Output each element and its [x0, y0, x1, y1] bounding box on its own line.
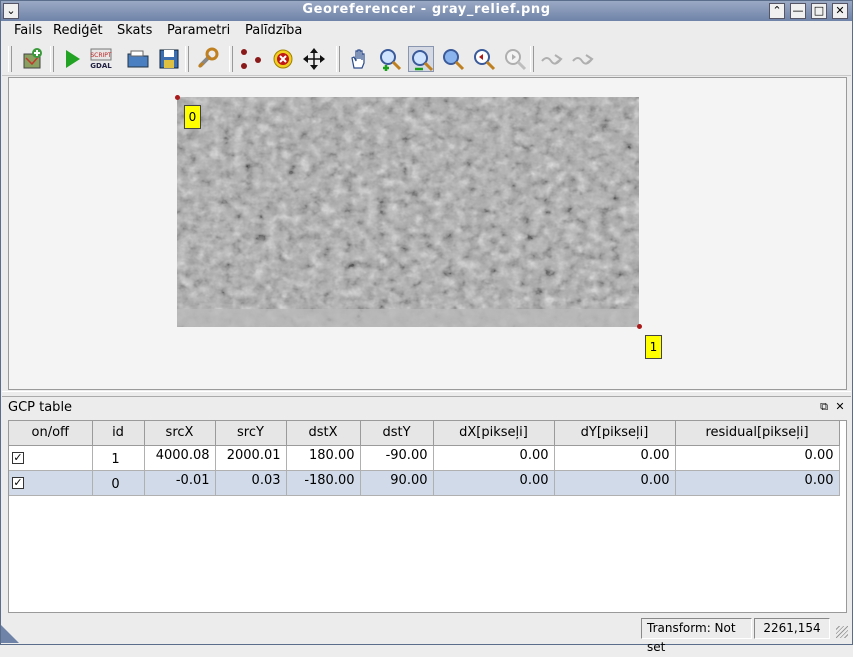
toolbar-grip-3[interactable]	[185, 46, 189, 72]
gcp-point-0[interactable]	[175, 95, 180, 100]
col-dy[interactable]: dY[pikseļi]	[554, 421, 676, 446]
svg-text:SCRIPT: SCRIPT	[90, 52, 112, 59]
menu-help[interactable]: Palīdzība	[245, 23, 302, 38]
cell-dx: 0.00	[433, 470, 555, 496]
gcp-table: on/off id srcX srcY dstX dstY dX[pikseļi…	[8, 420, 847, 613]
cell-dy: 0.00	[554, 445, 676, 471]
gcp-table-header: on/off id srcX srcY dstX dstY dX[pikseļi…	[9, 421, 840, 446]
gcp-dock-title: GCP table	[8, 400, 73, 415]
col-id[interactable]: id	[92, 421, 145, 446]
table-row[interactable]: ✓ 0 -0.01 0.03 -180.00 90.00 0.00 0.00 0…	[9, 470, 840, 496]
menu-view[interactable]: Skats	[117, 23, 152, 38]
menu-settings[interactable]: Parametri	[167, 23, 230, 38]
cell-srcx: 4000.08	[144, 445, 216, 471]
link-qgis-icon[interactable]	[570, 46, 596, 72]
table-row[interactable]: ✓ 1 4000.08 2000.01 180.00 -90.00 0.00 0…	[9, 445, 840, 471]
shade-button[interactable]: ⌃	[769, 3, 785, 19]
col-dsty[interactable]: dstY	[360, 421, 434, 446]
resize-grip[interactable]	[836, 626, 848, 638]
status-bar: Transform: Not set 2261,154	[2, 616, 851, 654]
cell-dstx: -180.00	[286, 470, 361, 496]
gcp-label-0: 0	[184, 105, 201, 129]
onoff-checkbox[interactable]: ✓	[12, 477, 24, 489]
cell-id: 0	[92, 470, 145, 496]
transformation-settings-icon[interactable]	[195, 46, 221, 72]
cell-srcx: -0.01	[144, 470, 216, 496]
cell-dsty: -90.00	[360, 445, 434, 471]
toolbar-grip[interactable]	[8, 46, 12, 72]
zoom-out-icon[interactable]	[408, 46, 434, 72]
close-button[interactable]: ✕	[832, 3, 848, 19]
cell-dsty: 90.00	[360, 470, 434, 496]
start-georeferencing-icon[interactable]	[59, 46, 85, 72]
generate-gdal-script-icon[interactable]: SCRIPT GDAL	[88, 46, 114, 72]
gcp-point-1[interactable]	[637, 324, 642, 329]
cell-residual: 0.00	[675, 445, 840, 471]
toolbar-grip-2[interactable]	[50, 46, 54, 72]
col-residual[interactable]: residual[pikseļi]	[675, 421, 840, 446]
toolbar: SCRIPT GDAL	[2, 42, 851, 76]
window-title: Georeferencer - gray_relief.png	[302, 2, 551, 17]
col-dx[interactable]: dX[pikseļi]	[433, 421, 555, 446]
link-georeferencer-icon[interactable]	[539, 46, 565, 72]
col-srcy[interactable]: srcY	[215, 421, 287, 446]
menu-file[interactable]: Fails	[14, 23, 42, 38]
col-onoff[interactable]: on/off	[9, 421, 93, 446]
cell-residual: 0.00	[675, 470, 840, 496]
cell-srcy: 0.03	[215, 470, 287, 496]
add-point-icon[interactable]	[238, 46, 264, 72]
gcp-label-1: 1	[645, 335, 662, 359]
georeferencer-window: ⌄ Georeferencer - gray_relief.png ⌃ — □ …	[0, 0, 853, 654]
toolbar-grip-4[interactable]	[229, 46, 233, 72]
row-checkbox-cell: ✓	[9, 445, 93, 471]
toolbar-grip-6[interactable]	[530, 46, 534, 72]
zoom-in-icon[interactable]	[377, 46, 403, 72]
zoom-last-icon[interactable]	[471, 46, 497, 72]
cell-id: 1	[92, 445, 145, 471]
cell-dx: 0.00	[433, 445, 555, 471]
row-checkbox-cell: ✓	[9, 470, 93, 496]
col-dstx[interactable]: dstX	[286, 421, 361, 446]
cell-dstx: 180.00	[286, 445, 361, 471]
toolbar-grip-5[interactable]	[336, 46, 340, 72]
menu-edit[interactable]: Rediģēt	[53, 23, 103, 38]
close-dock-icon[interactable]: ✕	[834, 401, 846, 413]
menu-bar: Fails Rediģēt Skats Parametri Palīdzība	[2, 21, 851, 41]
col-srcx[interactable]: srcX	[144, 421, 216, 446]
minimize-button[interactable]: —	[790, 3, 806, 19]
cell-dy: 0.00	[554, 470, 676, 496]
float-dock-icon[interactable]: ⧉	[818, 401, 830, 413]
pan-icon[interactable]	[346, 46, 372, 72]
raster-image	[177, 97, 639, 327]
transform-status: Transform: Not set	[641, 618, 752, 654]
coordinate-readout: 2261,154	[754, 618, 830, 639]
delete-point-icon[interactable]	[270, 46, 296, 72]
svg-text:GDAL: GDAL	[90, 62, 112, 70]
zoom-next-icon[interactable]	[502, 46, 528, 72]
move-gcp-icon[interactable]	[301, 46, 327, 72]
title-bar[interactable]: ⌄ Georeferencer - gray_relief.png ⌃ — □ …	[1, 1, 852, 21]
load-gcp-icon[interactable]	[125, 46, 151, 72]
map-canvas[interactable]: 0 1	[8, 77, 847, 390]
cell-srcy: 2000.01	[215, 445, 287, 471]
open-raster-icon[interactable]	[20, 46, 46, 72]
zoom-to-layer-icon[interactable]	[440, 46, 466, 72]
save-gcp-icon[interactable]	[156, 46, 182, 72]
gcp-dock-header: GCP table ⧉ ✕	[2, 398, 851, 418]
onoff-checkbox[interactable]: ✓	[12, 452, 24, 464]
splitter[interactable]	[2, 391, 851, 397]
maximize-button[interactable]: □	[811, 3, 827, 19]
